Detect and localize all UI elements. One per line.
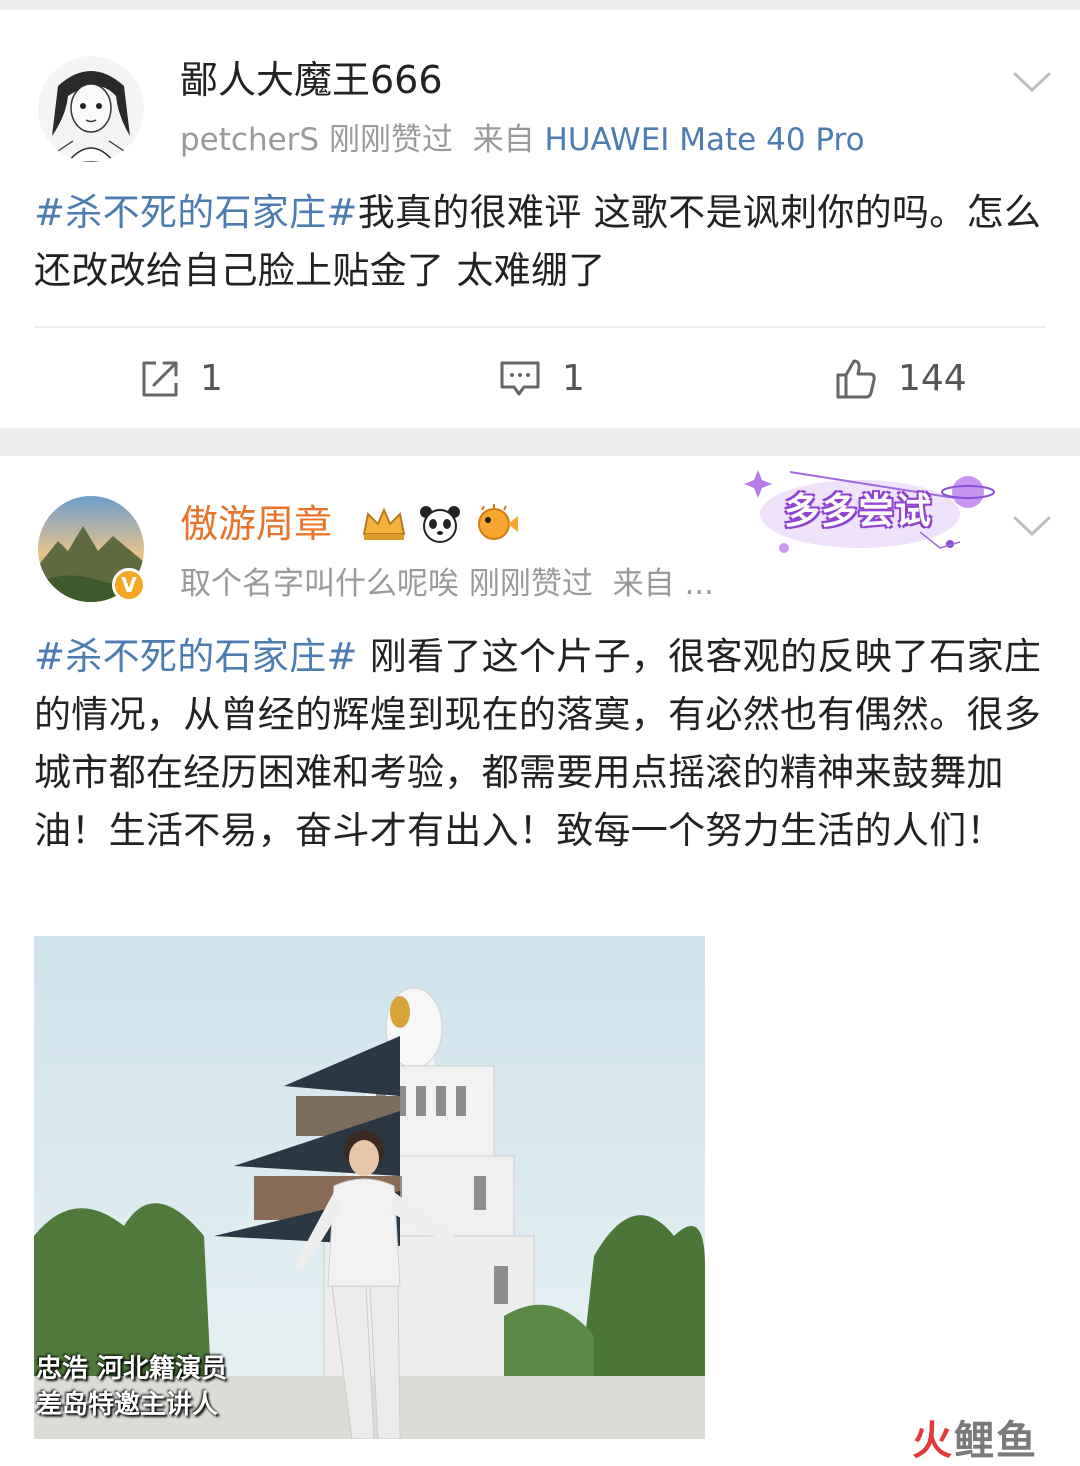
post-time: 刚刚赞过 bbox=[468, 566, 593, 602]
repost-count: 1 bbox=[200, 358, 223, 399]
post-meta: 取个名字叫什么呢唉 刚刚赞过 来自 ... bbox=[180, 564, 714, 604]
chevron-down-icon[interactable] bbox=[1012, 66, 1052, 96]
user-badges bbox=[360, 504, 520, 544]
post-source[interactable]: HUAWEI Mate 40 Pro bbox=[545, 122, 865, 158]
image-caption-line2: 差岛特邀主讲人 bbox=[36, 1390, 219, 1420]
avatar-image bbox=[38, 56, 144, 162]
post-time: 刚刚赞过 bbox=[328, 122, 453, 158]
post-image[interactable]: 忠浩 河北籍演员 差岛特邀主讲人 bbox=[34, 936, 705, 1439]
promo-label: 多多尝试 bbox=[784, 491, 933, 532]
card-gap bbox=[0, 428, 1080, 456]
thumbs-up-icon bbox=[836, 359, 876, 399]
hashtag-link[interactable]: #杀不死的石家庄# bbox=[34, 191, 358, 234]
post-meta: petcherS 刚刚赞过 来自 HUAWEI Mate 40 Pro bbox=[180, 120, 865, 160]
source-prefix: 来自 bbox=[612, 566, 675, 602]
post-text: #杀不死的石家庄# 刚看了这个片子，很客观的反映了石家庄的情况，从曾经的辉煌到现… bbox=[34, 628, 1049, 860]
crown-badge-icon[interactable] bbox=[360, 504, 408, 544]
share-icon bbox=[142, 361, 178, 397]
liked-by-user[interactable]: petcherS bbox=[180, 122, 319, 158]
liked-by-user[interactable]: 取个名字叫什么呢唉 bbox=[180, 566, 459, 602]
top-strip bbox=[0, 0, 1080, 10]
comment-icon bbox=[500, 361, 540, 396]
pufferfish-badge-icon[interactable] bbox=[472, 504, 520, 544]
avatar[interactable] bbox=[38, 56, 144, 162]
image-caption-line1: 忠浩 河北籍演员 bbox=[36, 1354, 228, 1384]
post-text: #杀不死的石家庄#我真的很难评 这歌不是讽刺你的吗。怎么还改改给自己脸上贴金了 … bbox=[34, 184, 1049, 300]
promo-sticker[interactable]: 多多尝试 bbox=[740, 462, 1010, 562]
weibo-post-card[interactable]: 鄙人大魔王666 petcherS 刚刚赞过 来自 HUAWEI Mate 40… bbox=[0, 10, 1080, 428]
comment-count: 1 bbox=[562, 358, 585, 399]
verified-badge: V bbox=[112, 568, 146, 602]
username[interactable]: 鄙人大魔王666 bbox=[180, 56, 443, 104]
hashtag-link[interactable]: #杀不死的石家庄# bbox=[34, 635, 358, 678]
watermark-logo: 火鲤鱼 bbox=[912, 1408, 1038, 1466]
watermark-part2: 鲤鱼 bbox=[954, 1418, 1038, 1464]
repost-button[interactable]: 1 bbox=[140, 354, 223, 404]
chevron-down-icon[interactable] bbox=[1012, 510, 1052, 540]
comment-button[interactable]: 1 bbox=[498, 354, 585, 404]
like-button[interactable]: 144 bbox=[834, 354, 967, 404]
username[interactable]: 傲游周章 bbox=[180, 500, 332, 548]
divider bbox=[34, 326, 1046, 328]
source-prefix: 来自 bbox=[472, 122, 535, 158]
panda-badge-icon[interactable] bbox=[416, 504, 464, 544]
watermark-part1: 火 bbox=[912, 1418, 954, 1464]
weibo-post-card[interactable]: V 傲游周章 多多尝试 取个名字叫什么呢唉 刚刚赞过 来自 ... #杀不死的石… bbox=[0, 456, 1080, 1459]
post-source[interactable]: ... bbox=[684, 566, 714, 602]
like-count: 144 bbox=[898, 358, 967, 399]
